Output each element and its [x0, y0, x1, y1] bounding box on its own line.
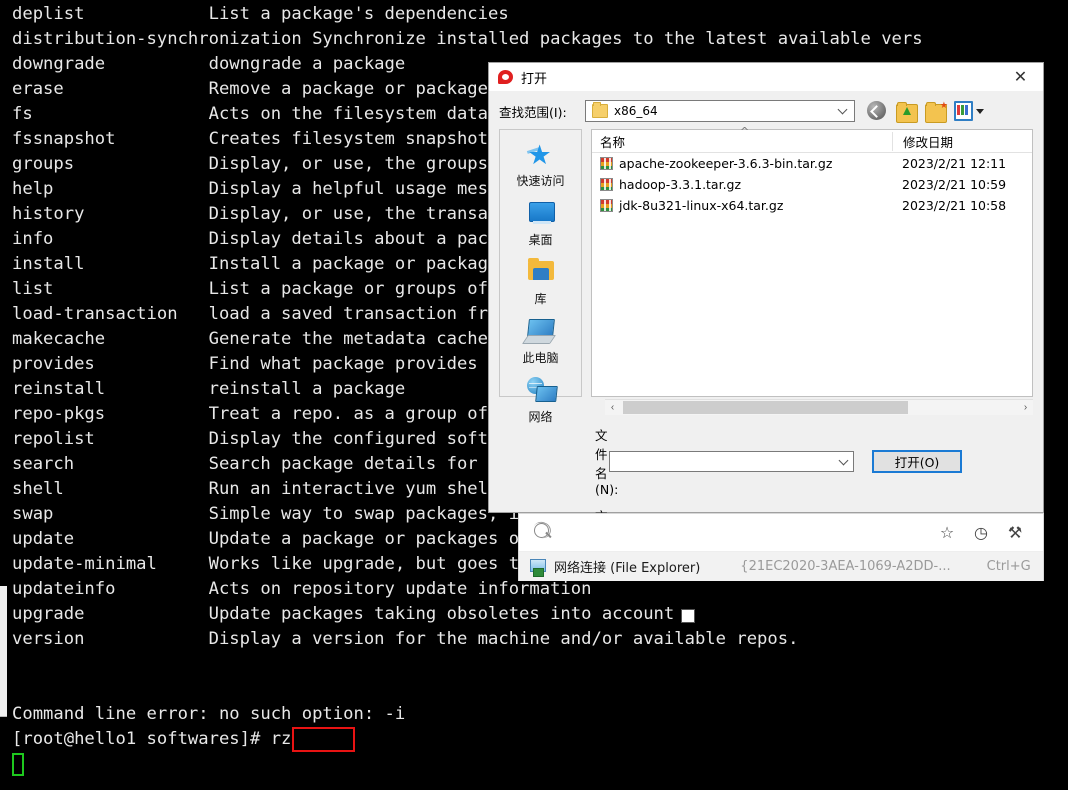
dialog-toolbar	[867, 100, 984, 123]
network-connection-icon	[529, 558, 546, 577]
chevron-down-icon[interactable]	[837, 104, 848, 115]
sidebar-item-label: 网络	[528, 410, 553, 424]
dialog-title: 打开	[521, 71, 548, 87]
file-name-text: hadoop-3.3.1.tar.gz	[619, 177, 742, 192]
sort-indicator-icon: ^	[740, 125, 750, 138]
ascii-checkbox[interactable]	[681, 608, 695, 623]
this-pc-icon	[521, 317, 558, 347]
suggestion-popup[interactable]: ☆ ◷ ⚒ 网络连接 (File Explorer) {21EC2020-3AE…	[518, 513, 1044, 581]
network-globe-icon	[524, 376, 558, 406]
sidebar-item-network[interactable]: 网络	[500, 372, 581, 425]
table-row[interactable]: apache-zookeeper-3.6.3-bin.tar.gz 2023/2…	[592, 153, 1032, 174]
scroll-left-icon[interactable]: ‹	[605, 402, 620, 413]
file-date-cell: 2023/2/21 10:58	[902, 198, 1007, 213]
popup-toolbar: ☆ ◷ ⚒	[519, 514, 1043, 552]
look-in-label: 查找范围(I):	[499, 104, 567, 120]
file-date-cell: 2023/2/21 10:59	[902, 177, 1007, 192]
sidebar-item-this-pc[interactable]: 此电脑	[500, 313, 581, 366]
open-file-dialog[interactable]: 打开 ✕ 查找范围(I): x86_64 ★ 快速访问 桌面 库 此电脑 网络 …	[488, 62, 1044, 624]
sidebar-item-label: 桌面	[528, 233, 553, 247]
archive-gz-icon	[600, 178, 613, 191]
file-name-text: jdk-8u321-linux-x64.tar.gz	[619, 198, 784, 213]
list-item-label: 网络连接 (File Explorer)	[554, 561, 701, 576]
list-item-shortcut: Ctrl+G	[986, 559, 1031, 574]
views-icon[interactable]	[954, 101, 984, 122]
filename-input[interactable]	[609, 450, 854, 472]
terminal-line: version Display a version for the machin…	[12, 629, 799, 649]
sidebar-item-label: 库	[534, 292, 547, 306]
folder-icon	[592, 102, 608, 118]
dialog-titlebar: 打开 ✕	[489, 63, 1043, 91]
look-in-row: 查找范围(I): x86_64	[489, 91, 1043, 129]
back-icon[interactable]	[867, 100, 888, 122]
library-folder-icon	[524, 258, 558, 288]
file-list[interactable]: 名称 ^ 修改日期 apache-zookeeper-3.6.3-bin.tar…	[591, 125, 1033, 397]
spiral-icon	[498, 69, 514, 85]
ascii-checkbox-row[interactable]: 发送文件到ASCII	[499, 606, 1033, 625]
list-item-guid: {21EC2020-3AEA-1069-A2DD-...	[740, 559, 951, 574]
terminal-line: deplist List a package's dependencies	[12, 4, 509, 24]
sidebar-item-label: 快速访问	[516, 174, 565, 188]
quick-access-star-icon	[524, 140, 558, 170]
tools-icon[interactable]: ⚒	[1001, 521, 1029, 545]
file-name-cell: apache-zookeeper-3.6.3-bin.tar.gz	[592, 156, 892, 171]
window-left-edge	[0, 0, 7, 790]
look-in-value: x86_64	[614, 104, 658, 118]
up-folder-icon[interactable]	[896, 101, 918, 123]
list-item[interactable]: 网络连接 (File Explorer) {21EC2020-3AEA-1069…	[519, 552, 1043, 581]
ascii-checkbox-label: 发送文件到ASCII	[699, 609, 795, 624]
terminal-line: Command line error: no such option: -i	[12, 704, 406, 724]
sidebar-item-desktop[interactable]: 桌面	[500, 195, 581, 248]
file-name-cell: jdk-8u321-linux-x64.tar.gz	[592, 198, 892, 213]
table-row[interactable]: hadoop-3.3.1.tar.gz 2023/2/21 10:59	[592, 174, 1032, 195]
look-in-combobox[interactable]: x86_64	[585, 100, 855, 122]
file-name-text: apache-zookeeper-3.6.3-bin.tar.gz	[619, 156, 833, 171]
table-row[interactable]: jdk-8u321-linux-x64.tar.gz 2023/2/21 10:…	[592, 195, 1032, 216]
sidebar-item-label: 此电脑	[522, 351, 559, 365]
archive-gz-icon	[600, 157, 613, 170]
history-clock-icon[interactable]: ◷	[967, 521, 995, 545]
close-icon[interactable]: ✕	[998, 63, 1043, 91]
chevron-down-icon[interactable]	[838, 455, 849, 465]
places-sidebar: 快速访问 桌面 库 此电脑 网络	[499, 129, 582, 424]
sidebar-item-library[interactable]: 库	[500, 254, 581, 307]
file-list-header: 名称 ^ 修改日期	[592, 125, 1032, 153]
filename-row: 文件名(N): 打开(O)	[499, 425, 1033, 497]
new-folder-icon[interactable]	[925, 100, 948, 123]
scrollbar-thumb[interactable]	[623, 401, 908, 414]
file-date-cell: 2023/2/21 12:11	[902, 156, 1007, 171]
terminal-line: [root@hello1 softwares]# rz	[12, 729, 292, 749]
terminal-line: distribution-synchronization Synchronize…	[12, 29, 923, 49]
file-name-cell: hadoop-3.3.1.tar.gz	[592, 177, 892, 192]
filename-label: 文件名(N):	[595, 428, 619, 497]
star-favorite-icon[interactable]: ☆	[933, 521, 961, 545]
terminal-cursor	[12, 753, 24, 776]
open-button[interactable]: 打开(O)	[872, 449, 962, 473]
archive-gz-icon	[600, 199, 613, 212]
sidebar-item-quick-access[interactable]: 快速访问	[500, 136, 581, 189]
scroll-right-icon[interactable]: ›	[1018, 402, 1033, 413]
horizontal-scrollbar[interactable]: ‹ ›	[605, 399, 1033, 415]
search-refresh-icon[interactable]	[530, 519, 555, 544]
desktop-monitor-icon	[524, 199, 558, 229]
column-header-date[interactable]: 修改日期	[892, 131, 1032, 151]
